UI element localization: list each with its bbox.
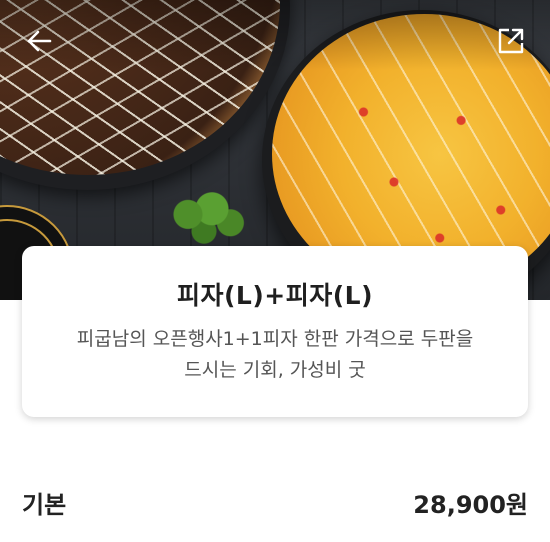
price-option-row: 기본 28,900원	[22, 484, 528, 520]
option-price: 28,900원	[413, 490, 528, 519]
product-title: 피자(L)+피자(L)	[176, 281, 373, 310]
option-label: 기본	[22, 490, 67, 519]
description-line-1: 피굽남의 오픈행사1+1피자 한판 가격으로 두판을	[76, 328, 474, 350]
back-button[interactable]	[22, 24, 56, 58]
share-button[interactable]	[494, 24, 528, 58]
description-line-2: 드시는 기회, 가성비 굿	[184, 359, 366, 381]
broccoli-garnish	[168, 192, 248, 248]
arrow-left-icon	[27, 30, 52, 52]
share-external-icon	[498, 28, 524, 54]
product-info-card: 피자(L)+피자(L) 피굽남의 오픈행사1+1피자 한판 가격으로 두판을 드…	[22, 246, 528, 417]
product-description: 피굽남의 오픈행사1+1피자 한판 가격으로 두판을 드시는 기회, 가성비 굿	[52, 324, 498, 386]
